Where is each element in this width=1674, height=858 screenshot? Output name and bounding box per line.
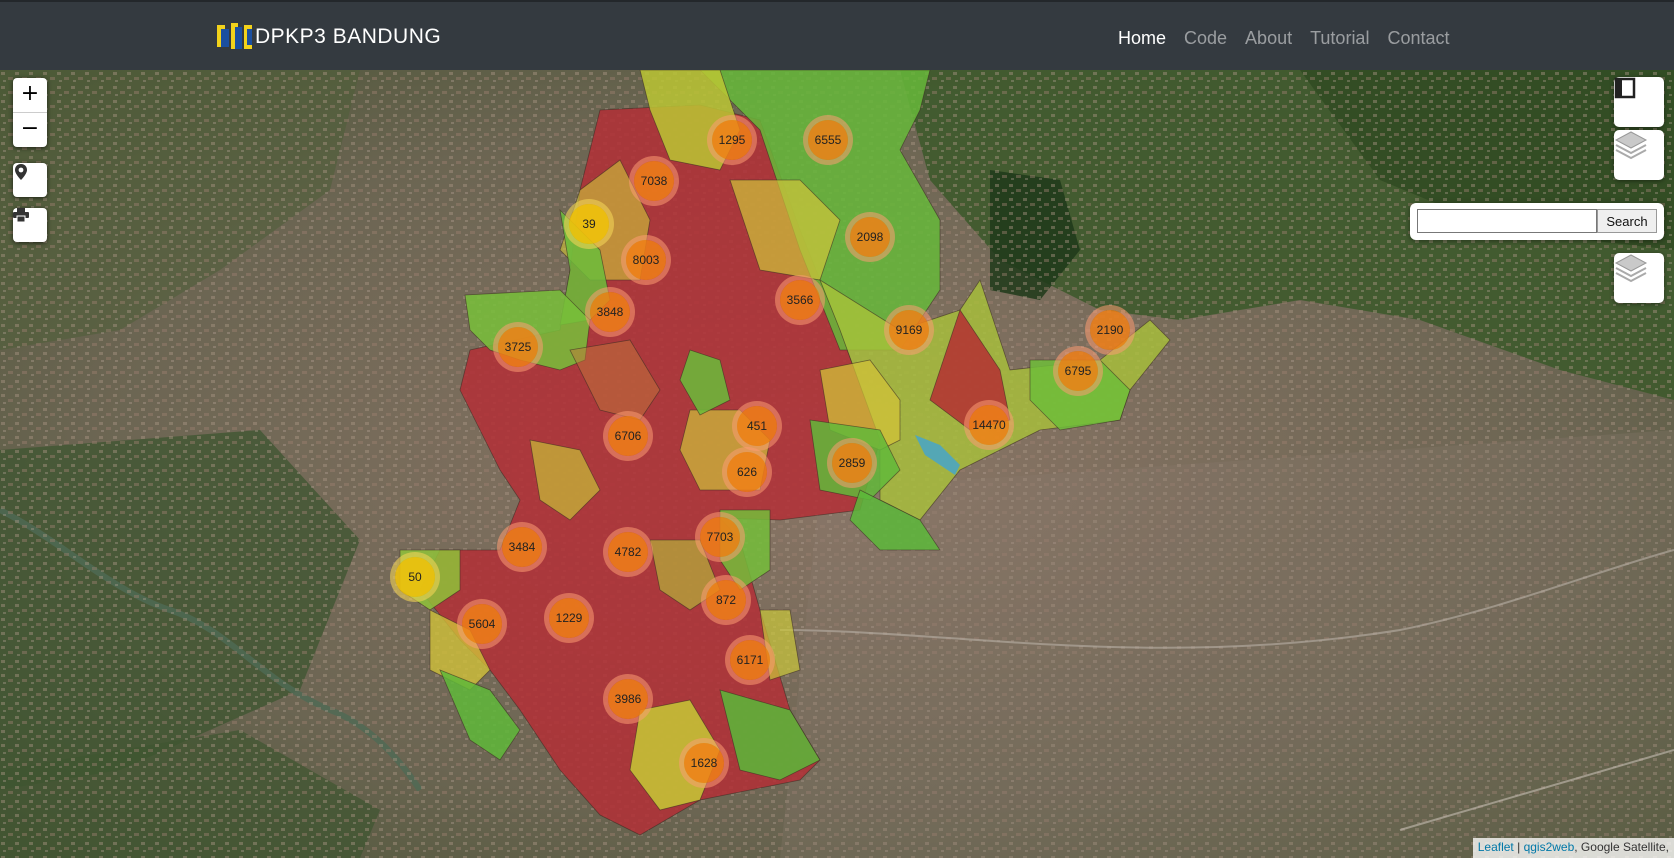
cluster-marker[interactable]: 2098 [850,217,890,257]
cluster-marker[interactable]: 6171 [730,640,770,680]
cluster-marker[interactable]: 6706 [608,416,648,456]
search-input[interactable] [1417,209,1597,233]
cluster-marker[interactable]: 1628 [684,743,724,783]
map-attribution: Leaflet | qgis2web, Google Satellite, [1472,838,1674,858]
cluster-marker[interactable]: 5604 [462,604,502,644]
cluster-marker[interactable]: 3986 [608,679,648,719]
print-button[interactable] [13,208,47,242]
cluster-marker[interactable]: 50 [395,557,435,597]
search-control: Search [1410,203,1664,240]
layers-button-1[interactable] [1614,130,1664,180]
cluster-marker[interactable]: 626 [727,452,767,492]
cluster-marker[interactable]: 872 [706,580,746,620]
nav-code[interactable]: Code [1184,28,1227,49]
cluster-marker[interactable]: 4782 [608,532,648,572]
nav-home[interactable]: Home [1118,28,1166,49]
cluster-marker[interactable]: 1295 [712,120,752,160]
cluster-marker[interactable]: 2190 [1090,310,1130,350]
nav-contact[interactable]: Contact [1387,28,1449,49]
cluster-marker[interactable]: 3848 [590,292,630,332]
nav-about[interactable]: About [1245,28,1292,49]
zoom-in-button[interactable]: + [13,78,47,112]
fullscreen-button[interactable] [1614,77,1664,127]
layers-icon [1614,131,1648,160]
cluster-marker[interactable]: 7703 [700,517,740,557]
navbar: DPKP3 BANDUNG Home Code About Tutorial C… [0,0,1674,70]
fullscreen-icon [1614,77,1636,99]
cluster-marker[interactable]: 9169 [889,310,929,350]
qgis2web-link[interactable]: qgis2web [1524,840,1575,854]
print-icon [13,208,29,222]
cluster-marker[interactable]: 39 [569,204,609,244]
brand-title: DPKP3 BANDUNG [255,25,442,48]
search-button[interactable]: Search [1597,209,1657,233]
layers-icon [1614,254,1648,283]
cluster-marker[interactable]: 3725 [498,327,538,367]
cluster-marker[interactable]: 451 [737,406,777,446]
cluster-marker[interactable]: 3566 [780,280,820,320]
cluster-marker[interactable]: 8003 [626,240,666,280]
nav-tutorial[interactable]: Tutorial [1310,28,1369,49]
cluster-marker[interactable]: 3484 [502,527,542,567]
attribution-text: , Google Satellite, [1574,840,1669,854]
locate-button[interactable] [13,163,47,197]
attribution-separator: | [1513,840,1524,854]
cluster-marker[interactable]: 2859 [832,443,872,483]
cluster-marker[interactable]: 7038 [634,161,674,201]
cluster-marker[interactable]: 6555 [808,120,848,160]
map-container[interactable]: + − Search 1295 6555 7038 39 2098 8003 3… [0,70,1674,858]
layers-button-2[interactable] [1614,253,1664,303]
cluster-marker[interactable]: 14470 [969,405,1009,445]
nav-menu: Home Code About Tutorial Contact [1118,28,1468,49]
location-pin-icon [15,164,27,180]
zoom-control: + − [13,78,47,147]
leaflet-link[interactable]: Leaflet [1478,840,1514,854]
zoom-out-button[interactable]: − [13,112,47,147]
cluster-marker[interactable]: 1229 [549,598,589,638]
cluster-marker[interactable]: 6795 [1058,351,1098,391]
brand[interactable]: DPKP3 BANDUNG [217,21,441,53]
brand-logo [217,21,253,53]
